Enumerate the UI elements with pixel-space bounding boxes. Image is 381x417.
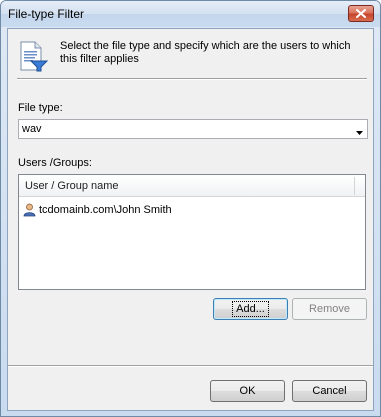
close-button[interactable] (348, 5, 374, 22)
chevron-down-icon (356, 126, 363, 138)
remove-button-label: Remove (309, 303, 350, 315)
header-description: Select the file type and specify which a… (60, 40, 351, 65)
list-column-header[interactable]: User / Group name (19, 175, 365, 197)
add-button-label: Add... (232, 301, 269, 317)
close-icon (356, 9, 366, 18)
ok-button[interactable]: OK (210, 380, 285, 402)
users-list[interactable]: User / Group name tcdomainb.com\John Smi… (18, 174, 366, 290)
file-type-value: wav (22, 123, 42, 135)
column-divider (354, 177, 355, 195)
column-user-group-name: User / Group name (25, 180, 119, 192)
file-type-label: File type: (18, 102, 63, 114)
cancel-button-label: Cancel (312, 385, 347, 397)
file-type-dropdown[interactable]: wav (18, 119, 368, 139)
header-separator (17, 78, 367, 80)
document-filter-icon (17, 40, 49, 72)
dialog-client-area: Select the file type and specify which a… (7, 28, 374, 411)
footer-separator (8, 365, 373, 367)
title-bar[interactable]: File-type Filter (1, 1, 380, 27)
list-item[interactable]: tcdomainb.com\John Smith (23, 202, 172, 218)
users-groups-label: Users /Groups: (18, 157, 92, 169)
dialog-window: File-type Filter Select the file type an… (0, 0, 381, 417)
window-title: File-type Filter (8, 7, 85, 21)
ok-button-label: OK (239, 385, 256, 397)
add-button[interactable]: Add... (213, 298, 288, 320)
remove-button[interactable]: Remove (292, 298, 367, 320)
user-icon (23, 203, 36, 217)
cancel-button[interactable]: Cancel (292, 380, 367, 402)
list-item-name: tcdomainb.com\John Smith (39, 204, 172, 216)
